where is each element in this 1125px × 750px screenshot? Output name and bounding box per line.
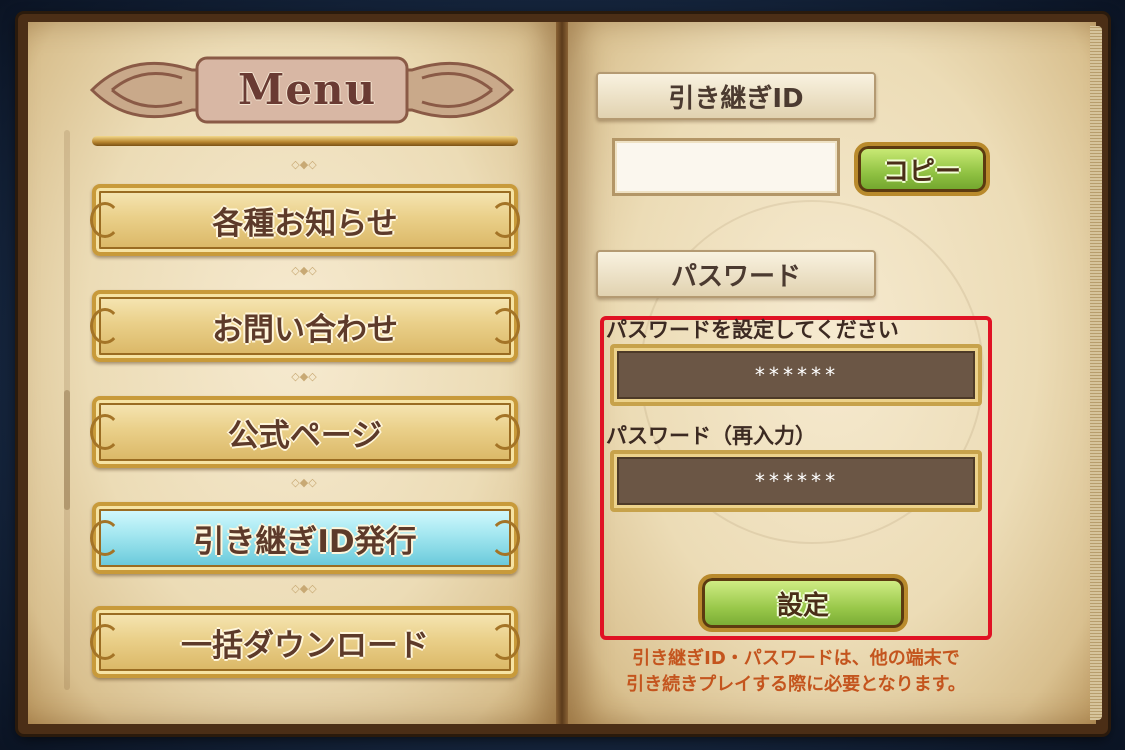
transfer-note-line: 引き継ぎID・パスワードは、他の端末で xyxy=(632,648,960,669)
menu-item-notices[interactable]: 各種お知らせ xyxy=(90,184,520,256)
password-confirm-label: パスワード（再入力） xyxy=(606,424,816,448)
divider-ornament: ◇◆◇ xyxy=(291,476,317,489)
divider-ornament: ◇◆◇ xyxy=(291,370,317,383)
scroll-ornament-icon xyxy=(490,624,520,660)
menu-scroll-thumb[interactable] xyxy=(64,390,70,510)
scroll-ornament-icon xyxy=(90,520,120,556)
scroll-ornament-icon xyxy=(90,414,120,450)
scroll-ornament-icon xyxy=(90,308,120,344)
menu-title: Menu xyxy=(237,64,377,114)
divider-ornament: ◇◆◇ xyxy=(291,264,317,277)
password-input[interactable]: ****** xyxy=(610,344,982,406)
menu-item-bulk-download[interactable]: 一括ダウンロード xyxy=(90,606,520,678)
menu-title-ornament: Menu xyxy=(72,30,532,150)
scroll-ornament-icon xyxy=(90,202,120,238)
scroll-ornament-icon xyxy=(490,520,520,556)
password-heading: パスワード xyxy=(596,250,876,298)
transfer-note-line: 引き続きプレイする際に必要となります。 xyxy=(626,674,966,695)
transfer-id-heading: 引き継ぎID xyxy=(596,72,876,120)
menu-item-official-page[interactable]: 公式ページ xyxy=(90,396,520,468)
scroll-ornament-icon xyxy=(490,202,520,238)
menu-item-label: 公式ページ xyxy=(227,417,383,454)
scroll-ornament-icon xyxy=(490,308,520,344)
menu-scrollbar[interactable] xyxy=(64,130,70,690)
set-button[interactable]: 設定 xyxy=(698,574,908,632)
transfer-id-field[interactable] xyxy=(612,138,840,196)
scroll-ornament-icon xyxy=(90,624,120,660)
menu-item-label: 各種お知らせ xyxy=(212,205,398,242)
scroll-ornament-icon xyxy=(490,414,520,450)
menu-item-transfer-id[interactable]: 引き継ぎID発行 xyxy=(90,502,520,574)
password-confirm-input[interactable]: ****** xyxy=(610,450,982,512)
divider-ornament: ◇◆◇ xyxy=(291,582,317,595)
book-spine xyxy=(556,22,568,724)
menu-title-bar xyxy=(92,136,518,146)
divider-ornament: ◇◆◇ xyxy=(291,158,317,171)
page-edge xyxy=(1090,26,1102,720)
menu-item-label: お問い合わせ xyxy=(212,311,398,348)
copy-button[interactable]: コピー xyxy=(854,142,990,196)
menu-item-contact[interactable]: お問い合わせ xyxy=(90,290,520,362)
password-label: パスワードを設定してください xyxy=(606,318,899,342)
transfer-note: 引き継ぎID・パスワードは、他の端末で 引き続きプレイする際に必要となります。 xyxy=(606,646,986,698)
menu-item-label: 引き継ぎID発行 xyxy=(193,523,417,560)
menu-item-label: 一括ダウンロード xyxy=(181,627,429,664)
